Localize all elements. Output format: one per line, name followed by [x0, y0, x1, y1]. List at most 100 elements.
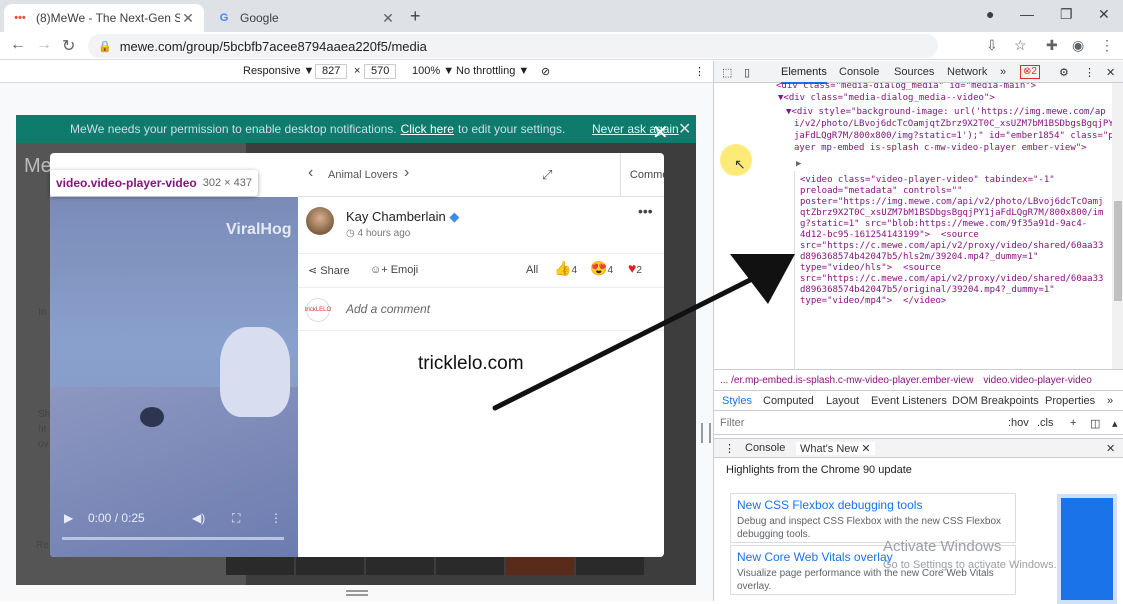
dom-line[interactable]: ▼<div style="background-image: url('http…: [786, 107, 1106, 118]
profile-avatar-icon[interactable]: ◉: [1072, 37, 1084, 54]
dom-line[interactable]: ▼<div class="media-dialog_media--video">: [778, 93, 995, 104]
close-banner-icon[interactable]: ✕: [678, 119, 691, 139]
device-toggle-icon[interactable]: ▯: [744, 66, 750, 79]
add-rule-icon[interactable]: +: [1070, 417, 1076, 429]
share-button[interactable]: ⋖ Share: [308, 264, 350, 277]
bookmark-star-icon[interactable]: ☆: [1014, 37, 1027, 54]
device-more-icon[interactable]: ⋮: [694, 65, 705, 78]
dom-line: ayer mp-embed is-splash c-mw-video-playe…: [794, 143, 1087, 153]
video-progress-bar[interactable]: [62, 537, 284, 540]
drawer-tab-console[interactable]: Console: [745, 442, 785, 454]
dom-line[interactable]: <div class="media-dialog_media" id="medi…: [776, 83, 1036, 92]
dom-line[interactable]: <video class="video-player-video" tabind…: [800, 175, 1055, 186]
close-window-icon[interactable]: ✕: [1098, 6, 1110, 23]
comment-box: trickLELO Add a comment: [298, 287, 664, 331]
install-icon[interactable]: ⇩: [986, 37, 998, 54]
cls-toggle[interactable]: .cls: [1037, 417, 1054, 429]
breadcrumb-item[interactable]: ... /er.mp-embed.is-splash.c-mw-video-pl…: [720, 375, 973, 386]
drawer-menu-icon[interactable]: ⋮: [724, 442, 735, 455]
video-player[interactable]: ViralHog ▶ 0:00 / 0:25 ◀) ⛶ ⋮: [50, 197, 298, 557]
video-more-icon[interactable]: ⋮: [270, 511, 282, 525]
group-name[interactable]: Animal Lovers: [328, 169, 398, 181]
close-devtools-icon[interactable]: ✕: [1106, 66, 1115, 79]
post-more-icon[interactable]: •••: [638, 203, 653, 219]
close-dialog-icon[interactable]: ✕: [652, 120, 669, 145]
elements-tree[interactable]: <div class="media-dialog_media" id="medi…: [714, 83, 1112, 369]
height-input[interactable]: 570: [364, 64, 397, 79]
forward-icon[interactable]: →: [36, 36, 52, 54]
breadcrumb: ... /er.mp-embed.is-splash.c-mw-video-pl…: [714, 369, 1123, 391]
close-drawer-icon[interactable]: ✕: [1106, 442, 1115, 455]
mewe-page: Me In Sh ht ov Re MeWe needs your permis…: [16, 115, 696, 585]
expand-triangle-icon[interactable]: ▶: [796, 159, 801, 170]
dom-line: qtZbrz9X2T0C_xsUZM7bM1BSDbgsBgqjPY1jaFdL…: [800, 208, 1104, 218]
author-name[interactable]: Kay Chamberlain ◆: [346, 209, 459, 225]
play-icon[interactable]: ▶: [64, 511, 73, 525]
elements-scrollbar[interactable]: [1112, 83, 1123, 369]
devtools-menu-icon[interactable]: ⋮: [1084, 66, 1095, 79]
url-field[interactable]: 🔒 mewe.com/group/5bcbfb7acee8794aaea220f…: [88, 34, 938, 58]
emoji-button[interactable]: ☺+ Emoji: [370, 264, 418, 276]
tab-console[interactable]: Console: [839, 66, 879, 78]
zoom-select[interactable]: 100% ▼: [412, 65, 454, 77]
heart-icon[interactable]: ♥2: [628, 260, 642, 276]
expand-icon[interactable]: ⤢: [542, 167, 552, 183]
activate-windows-text: Activate Windows: [883, 538, 1002, 555]
restore-icon[interactable]: ❐: [1060, 6, 1073, 23]
tab-sources[interactable]: Sources: [894, 66, 934, 78]
bottom-resize-handle[interactable]: [346, 590, 368, 596]
card-title[interactable]: New CSS Flexbox debugging tools: [737, 498, 1009, 512]
tab-properties[interactable]: Properties: [1045, 395, 1095, 407]
error-count-badge[interactable]: ⊗2: [1020, 65, 1040, 79]
url-text: mewe.com/group/5bcbfb7acee8794aaea220f5/…: [119, 38, 427, 54]
whats-new-card[interactable]: New CSS Flexbox debugging tools Debug an…: [730, 493, 1016, 543]
back-icon[interactable]: ←: [10, 36, 26, 54]
extensions-puzzle-icon[interactable]: ✚: [1046, 37, 1058, 54]
width-input[interactable]: 827: [315, 64, 348, 79]
new-tab-button[interactable]: +: [410, 6, 421, 27]
computed-sidebar-icon[interactable]: ◫: [1090, 417, 1100, 430]
hov-toggle[interactable]: :hov: [1008, 417, 1029, 429]
device-select[interactable]: Responsive ▼: [243, 65, 314, 77]
drawer-tab-whats-new[interactable]: What's New ✕: [796, 442, 875, 455]
tab-dom-breakpoints[interactable]: DOM Breakpoints: [952, 395, 1039, 407]
resize-handle[interactable]: [701, 423, 711, 443]
profile-dot-icon[interactable]: ●: [986, 6, 994, 22]
more-tabs-icon[interactable]: »: [1000, 66, 1006, 78]
tab-network[interactable]: Network: [947, 66, 987, 78]
browser-menu-icon[interactable]: ⋮: [1100, 37, 1114, 54]
all-reactions-button[interactable]: All: [526, 264, 538, 276]
close-tab-icon[interactable]: ✕: [180, 10, 196, 27]
prev-arrow-icon[interactable]: ‹: [308, 164, 313, 182]
avatar[interactable]: [306, 207, 334, 235]
more-subtabs-icon[interactable]: »: [1107, 395, 1113, 407]
settings-gear-icon[interactable]: ⚙: [1059, 66, 1069, 79]
notification-banner: MeWe needs your permission to enable des…: [16, 115, 696, 143]
tab-mewe[interactable]: ••• (8)MeWe - The Next-Gen Social ✕: [4, 4, 204, 32]
comments-tab[interactable]: Comments: [620, 153, 664, 197]
tab-event-listeners[interactable]: Event Listeners: [871, 395, 947, 407]
tab-computed[interactable]: Computed: [763, 395, 814, 407]
inspect-element-icon[interactable]: ⬚: [722, 66, 732, 79]
tab-styles[interactable]: Styles: [722, 395, 752, 407]
next-arrow-icon[interactable]: ›: [404, 164, 409, 182]
rotate-icon[interactable]: ⊘: [541, 65, 550, 78]
comment-input[interactable]: Add a comment: [346, 302, 430, 316]
thumbs-up-icon[interactable]: 👍4: [554, 260, 577, 277]
stub-text: ht: [38, 424, 47, 435]
tab-layout[interactable]: Layout: [826, 395, 859, 407]
tab-google[interactable]: G Google ✕: [208, 4, 404, 32]
scroll-up-icon[interactable]: ▴: [1112, 417, 1118, 430]
filter-input[interactable]: Filter: [720, 417, 744, 429]
reload-icon[interactable]: ↻: [62, 36, 75, 56]
scrollbar-thumb[interactable]: [1114, 201, 1122, 301]
minimize-icon[interactable]: —: [1020, 6, 1034, 22]
notification-link[interactable]: Click here: [401, 122, 454, 136]
heart-eyes-icon[interactable]: 😍4: [590, 260, 613, 277]
throttling-select[interactable]: No throttling ▼: [456, 65, 529, 77]
fullscreen-icon[interactable]: ⛶: [232, 511, 240, 526]
close-tab-icon[interactable]: ✕: [380, 10, 396, 27]
volume-icon[interactable]: ◀): [192, 511, 205, 525]
breadcrumb-item[interactable]: video.video-player-video: [983, 375, 1091, 386]
tab-elements[interactable]: Elements: [781, 66, 827, 84]
